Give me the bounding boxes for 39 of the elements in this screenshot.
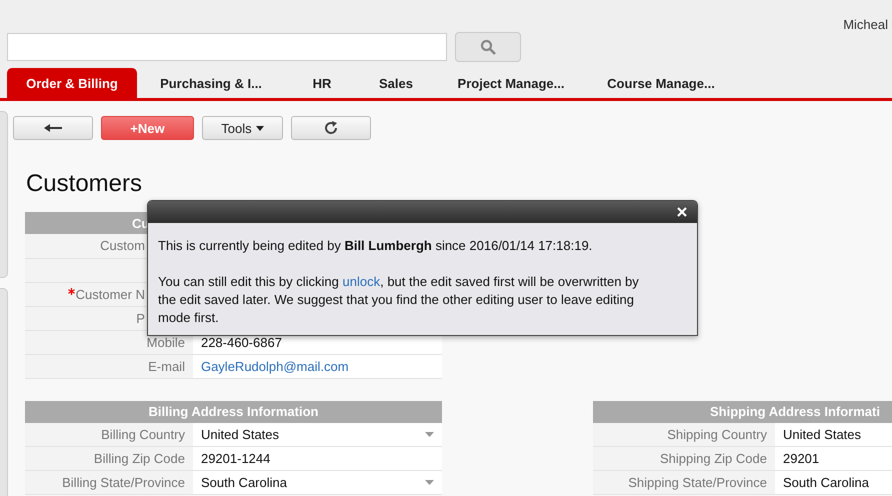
table-cell: South Carolina bbox=[774, 470, 892, 494]
field-label: Shipping Zip Code bbox=[592, 446, 775, 470]
field-label: Shipping State/Province bbox=[592, 470, 775, 494]
field-label: E-mail bbox=[24, 354, 193, 378]
back-arrow-icon bbox=[44, 124, 62, 132]
tools-button[interactable]: Tools bbox=[202, 116, 283, 140]
user-name[interactable]: Micheal bbox=[843, 17, 888, 32]
module-tab[interactable]: Course Manage... bbox=[589, 68, 733, 98]
field-label: Mobile bbox=[24, 330, 193, 354]
module-tab[interactable]: Project Manage... bbox=[433, 68, 589, 98]
module-tab[interactable]: HR bbox=[285, 68, 359, 98]
section-header: Billing Address Information bbox=[24, 400, 442, 422]
search-button[interactable] bbox=[455, 32, 521, 62]
table-cell: United States bbox=[774, 422, 892, 446]
section-header: Shipping Address Informati bbox=[592, 400, 892, 422]
table-cell: 29201-1244 bbox=[192, 446, 442, 470]
field-label: Billing State/Province bbox=[24, 470, 193, 494]
refresh-button[interactable] bbox=[290, 116, 371, 140]
refresh-icon bbox=[324, 121, 338, 135]
email-link[interactable]: GayleRudolph@mail.com bbox=[192, 354, 442, 378]
select-field[interactable]: South Carolina bbox=[192, 470, 442, 494]
close-icon[interactable] bbox=[677, 207, 687, 217]
module-tab[interactable]: Purchasing & I... bbox=[137, 68, 285, 98]
table-cell: 29201 bbox=[774, 446, 892, 470]
module-tab[interactable]: Order & Billing bbox=[7, 68, 137, 98]
dropdown-caret-icon bbox=[424, 480, 434, 485]
unlock-link[interactable]: unlock bbox=[342, 274, 380, 289]
field-label: Billing Zip Code bbox=[24, 446, 193, 470]
field-label: Shipping Country bbox=[592, 422, 775, 446]
select-field[interactable]: United States bbox=[192, 422, 442, 446]
required-asterisk-icon bbox=[68, 288, 75, 294]
dropdown-caret-icon bbox=[424, 432, 434, 437]
search-icon bbox=[480, 39, 496, 55]
page-title: Customers bbox=[26, 170, 143, 198]
field-label: Billing Country bbox=[24, 422, 193, 446]
caret-icon bbox=[256, 126, 264, 130]
module-tab[interactable]: Sales bbox=[359, 68, 433, 98]
search-field[interactable] bbox=[7, 33, 447, 61]
back-button[interactable] bbox=[12, 116, 93, 140]
